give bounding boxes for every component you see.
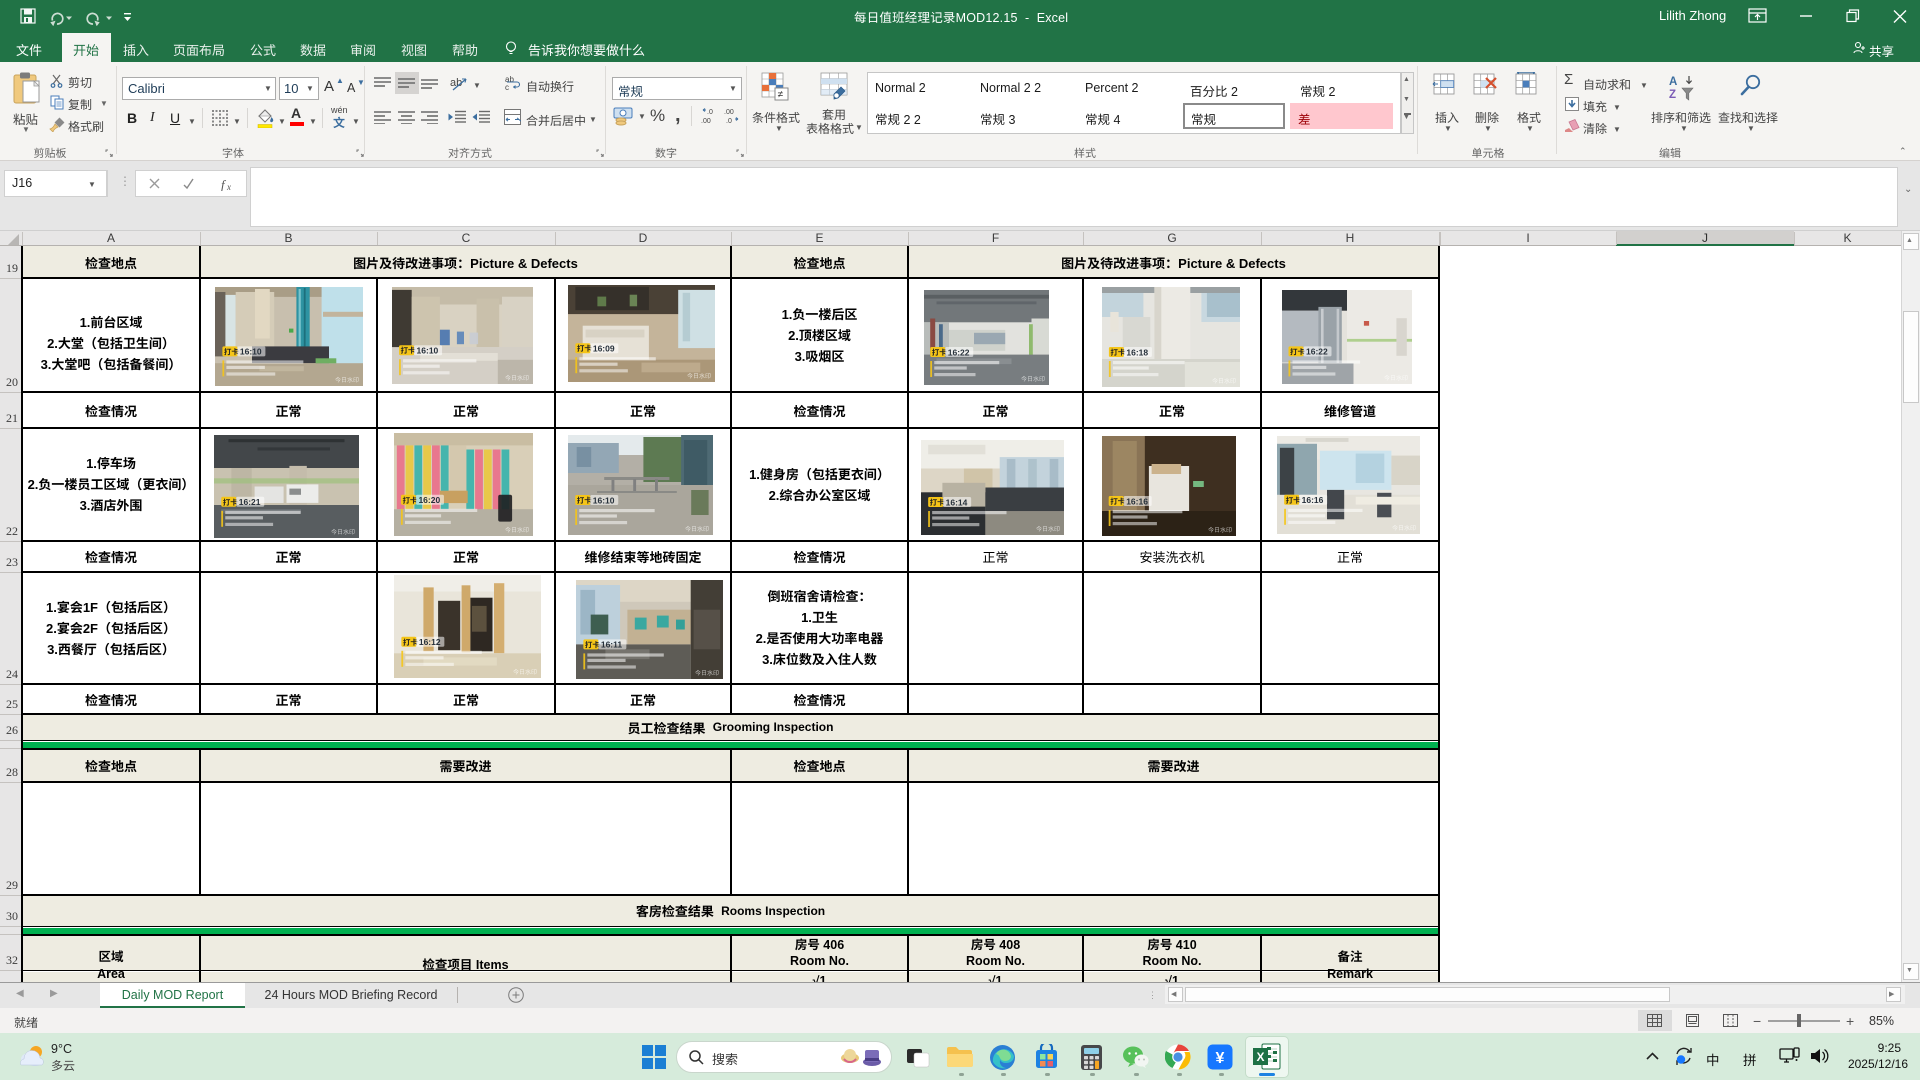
svg-text:打卡: 打卡 xyxy=(585,640,600,649)
svg-text:今日水印: 今日水印 xyxy=(1384,374,1408,382)
svg-text:打卡: 打卡 xyxy=(930,498,945,507)
svg-text:打卡: 打卡 xyxy=(223,498,238,507)
svg-text:16:22: 16:22 xyxy=(1306,347,1328,357)
svg-text:16:16: 16:16 xyxy=(1302,495,1324,505)
svg-text:16:20: 16:20 xyxy=(418,495,440,505)
svg-text:.0: .0 xyxy=(726,118,732,125)
svg-text:16:10: 16:10 xyxy=(593,495,615,505)
svg-text:16:10: 16:10 xyxy=(417,346,439,356)
svg-text:≠: ≠ xyxy=(778,90,784,101)
svg-text:16:21: 16:21 xyxy=(239,497,261,507)
svg-text:.00: .00 xyxy=(701,118,711,125)
svg-text:16:11: 16:11 xyxy=(601,640,623,650)
svg-text:16:18: 16:18 xyxy=(1126,347,1148,357)
svg-text:今日水印: 今日水印 xyxy=(505,374,529,382)
svg-text:16:14: 16:14 xyxy=(946,497,968,507)
svg-text:A: A xyxy=(1669,76,1677,88)
svg-text:.0: .0 xyxy=(707,109,713,116)
svg-text:今日水印: 今日水印 xyxy=(687,372,711,380)
svg-text:今日水印: 今日水印 xyxy=(1021,375,1045,383)
svg-text:16:10: 16:10 xyxy=(240,347,262,357)
svg-text:打卡: 打卡 xyxy=(224,347,239,356)
svg-text:c: c xyxy=(505,83,509,91)
svg-text:今日水印: 今日水印 xyxy=(1212,377,1236,385)
svg-text:16:12: 16:12 xyxy=(419,637,441,647)
svg-text:今日水印: 今日水印 xyxy=(1036,525,1060,533)
svg-text:16:22: 16:22 xyxy=(948,347,970,357)
svg-text:x: x xyxy=(226,182,231,191)
svg-text:打卡: 打卡 xyxy=(402,496,417,505)
svg-text:今日水印: 今日水印 xyxy=(331,528,355,536)
svg-text:打卡: 打卡 xyxy=(403,638,418,647)
svg-text:打卡: 打卡 xyxy=(577,344,592,353)
svg-text:打卡: 打卡 xyxy=(401,346,416,355)
svg-text:今日水印: 今日水印 xyxy=(513,668,537,676)
svg-text:16:09: 16:09 xyxy=(593,344,615,354)
svg-text:¥: ¥ xyxy=(1216,1050,1225,1067)
svg-text:打卡: 打卡 xyxy=(1286,496,1301,505)
svg-text:X: X xyxy=(1256,1050,1264,1064)
svg-text:打卡: 打卡 xyxy=(1290,347,1306,356)
svg-text:打卡: 打卡 xyxy=(932,348,947,357)
svg-text:今日水印: 今日水印 xyxy=(695,669,719,677)
svg-text:打卡: 打卡 xyxy=(577,496,592,505)
svg-text:16:16: 16:16 xyxy=(1126,496,1148,506)
svg-text:Z: Z xyxy=(1669,89,1676,101)
svg-text:.00: .00 xyxy=(724,109,734,116)
svg-text:今日水印: 今日水印 xyxy=(685,525,709,533)
svg-text:今日水印: 今日水印 xyxy=(335,376,359,384)
svg-text:今日水印: 今日水印 xyxy=(1392,524,1416,532)
svg-text:打卡: 打卡 xyxy=(1110,348,1125,357)
svg-text:打卡: 打卡 xyxy=(1110,497,1126,506)
svg-text:今日水印: 今日水印 xyxy=(1208,526,1232,534)
svg-text:今日水印: 今日水印 xyxy=(505,526,529,534)
